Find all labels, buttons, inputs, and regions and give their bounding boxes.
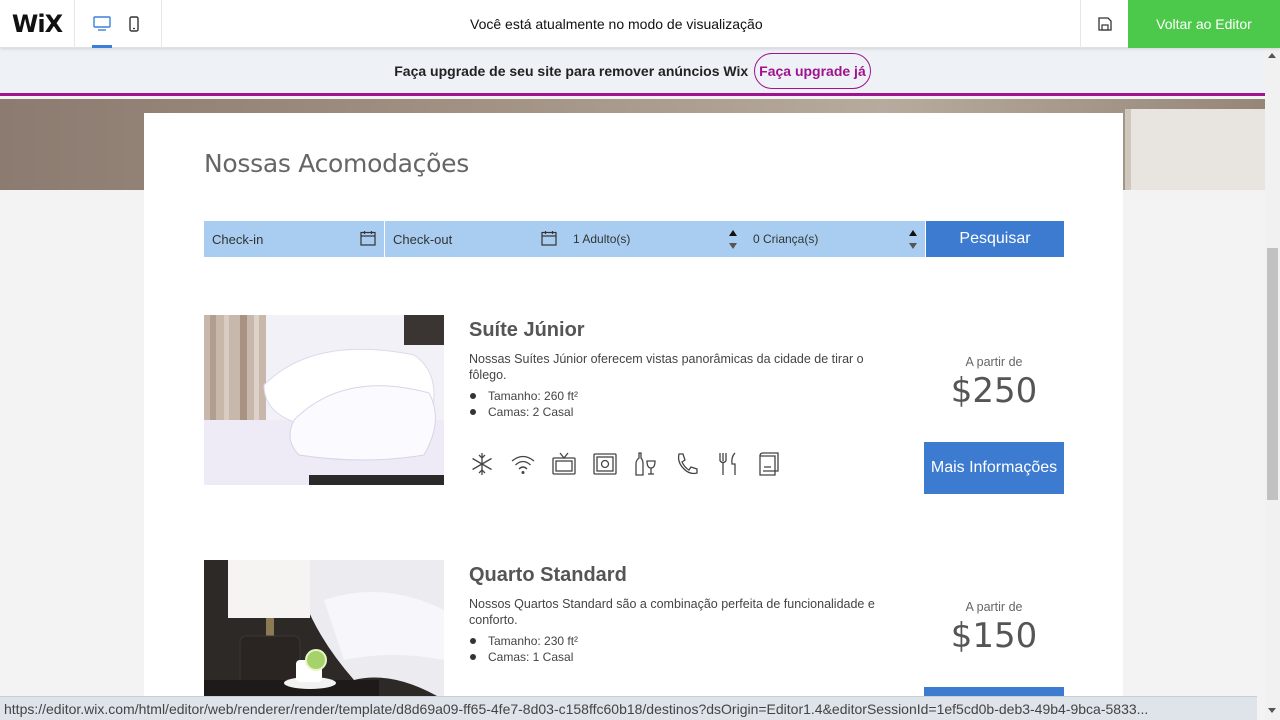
feature-size: Tamanho: 230 ft² [470, 633, 788, 649]
upgrade-text: Faça upgrade de seu site para remover an… [394, 62, 749, 79]
checkout-field[interactable]: Check-out [385, 221, 565, 257]
back-to-editor-button[interactable]: Voltar ao Editor [1128, 0, 1280, 48]
towel-icon [759, 452, 779, 476]
feature-beds: Camas: 1 Casal [470, 649, 788, 665]
desktop-view-button[interactable] [86, 0, 118, 48]
pillow-image [204, 315, 444, 485]
desktop-icon [93, 16, 111, 31]
price-from-label: A partir de [965, 600, 1023, 614]
stepper-arrows-icon[interactable] [727, 226, 739, 252]
safe-icon [593, 453, 617, 475]
search-button[interactable]: Pesquisar [926, 221, 1064, 257]
snowflake-icon [472, 453, 492, 475]
room-features: Tamanho: 230 ft² Camas: 1 Casal [470, 633, 788, 665]
status-url-bar: https://editor.wix.com/html/editor/web/r… [0, 696, 1257, 720]
room-price: $250 [950, 371, 1038, 411]
phone-icon [677, 453, 698, 475]
topbar-divider [161, 0, 162, 48]
scrollbar-thumb[interactable] [1267, 248, 1278, 500]
room-photo[interactable] [204, 315, 444, 485]
top-bar: WiX Você está atualmente no modo de visu… [0, 0, 1280, 48]
price-from-label: A partir de [965, 355, 1023, 369]
checkin-label: Check-in [212, 231, 264, 247]
feature-beds: Camas: 2 Casal [470, 404, 788, 420]
stepper-arrows-icon[interactable] [907, 226, 919, 252]
calendar-icon [360, 231, 376, 246]
checkout-label: Check-out [393, 231, 453, 247]
calendar-icon [541, 231, 557, 246]
amenities-list [469, 451, 782, 477]
adults-stepper[interactable]: 1 Adulto(s) [565, 221, 745, 257]
room-description: Nossas Suítes Júnior oferecem vistas pan… [469, 352, 864, 382]
wifi-icon [511, 455, 535, 474]
upgrade-button[interactable]: Faça upgrade já [754, 52, 871, 89]
room-name[interactable]: Quarto Standard [469, 564, 627, 587]
hero-window-detail [1125, 109, 1265, 190]
page-scrollbar[interactable] [1265, 48, 1280, 720]
room-name[interactable]: Suíte Júnior [469, 319, 585, 342]
minibar-icon [635, 452, 656, 476]
room-price: $150 [950, 616, 1038, 656]
scroll-up-arrow-icon[interactable] [1268, 53, 1276, 58]
adults-value: 1 Adulto(s) [573, 232, 631, 246]
page-title: Nossas Acomodações [204, 149, 469, 178]
preview-mode-text: Você está atualmente no modo de visualiz… [470, 16, 763, 32]
restaurant-icon [719, 452, 736, 475]
checkin-field[interactable]: Check-in [204, 221, 384, 257]
children-value: 0 Criança(s) [753, 232, 819, 246]
mobile-icon [129, 16, 139, 32]
accommodations-panel: Nossas Acomodações Check-in Check-out 1 … [144, 113, 1123, 720]
scroll-down-arrow-icon[interactable] [1268, 708, 1276, 713]
upgrade-banner: Faça upgrade de seu site para remover an… [0, 48, 1265, 96]
save-button[interactable] [1080, 0, 1128, 48]
feature-size: Tamanho: 260 ft² [470, 388, 788, 404]
wix-logo[interactable]: WiX [0, 0, 75, 48]
room-description: Nossos Quartos Standard são a combinação… [469, 597, 875, 627]
more-info-button[interactable]: Mais Informações [924, 442, 1064, 494]
room-features: Tamanho: 260 ft² Camas: 2 Casal [470, 388, 788, 420]
save-icon [1097, 17, 1112, 31]
tv-icon [552, 452, 576, 475]
room-card: Suíte Júnior Nossas Suítes Júnior oferec… [204, 315, 1064, 494]
children-stepper[interactable]: 0 Criança(s) [745, 221, 925, 257]
mobile-view-button[interactable] [118, 0, 150, 48]
